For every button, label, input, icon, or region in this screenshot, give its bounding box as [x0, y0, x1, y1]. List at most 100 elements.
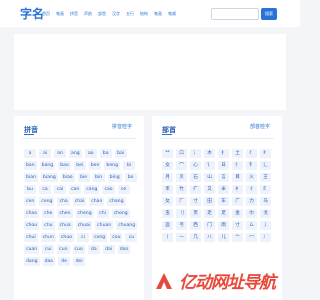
search-input[interactable] — [211, 8, 259, 20]
radical-chip[interactable]: 石 — [190, 173, 201, 182]
pinyin-chip[interactable]: bian — [24, 173, 38, 182]
pinyin-chip[interactable]: chuo — [58, 233, 75, 242]
radical-chip[interactable]: 车 — [218, 197, 229, 206]
radical-chip[interactable]: 寸 — [190, 197, 201, 206]
radical-chip[interactable]: 土 — [232, 149, 243, 158]
radical-chip[interactable]: 冖 — [246, 233, 257, 242]
radical-chip[interactable]: 足 — [218, 209, 229, 218]
radical-chip[interactable]: 亻 — [246, 149, 257, 158]
pinyin-chip[interactable]: da — [87, 245, 100, 254]
radical-chip[interactable]: 儿 — [218, 233, 229, 242]
radical-chip[interactable]: 贝 — [176, 173, 187, 182]
radical-chip[interactable]: 巾 — [246, 209, 257, 218]
radical-chip[interactable]: 丿 — [260, 221, 271, 230]
pinyin-chip[interactable]: cang — [84, 185, 100, 194]
pinyin-chip[interactable]: cao — [102, 185, 115, 194]
pinyin-chip[interactable]: ban — [24, 161, 37, 170]
radical-chip[interactable]: 一 — [176, 233, 187, 242]
radical-chip[interactable]: 皿 — [162, 221, 173, 230]
pinyin-chip[interactable]: che — [42, 209, 55, 218]
pinyin-chip[interactable]: cen — [24, 197, 37, 206]
radical-chip[interactable]: 田 — [204, 197, 215, 206]
radical-chip[interactable]: 纟 — [260, 149, 271, 158]
radical-chip[interactable]: 戈 — [260, 209, 271, 218]
pinyin-chip[interactable]: bu — [24, 185, 36, 194]
pinyin-chip[interactable]: an — [54, 149, 66, 158]
pinyin-chip[interactable]: cong — [92, 233, 108, 242]
radical-chip[interactable]: 口 — [176, 149, 187, 158]
radical-chip[interactable]: 走 — [204, 209, 215, 218]
pinyin-chip[interactable]: ben — [88, 161, 102, 170]
pinyin-chip[interactable]: ai — [39, 149, 51, 158]
pinyin-chip[interactable]: can — [69, 185, 82, 194]
pinyin-chip[interactable]: chong — [111, 209, 130, 218]
radical-chip[interactable]: 山 — [204, 173, 215, 182]
pinyin-chip[interactable]: cui — [42, 245, 55, 254]
pinyin-chip[interactable]: bai — [114, 149, 127, 158]
radical-chip[interactable]: 丨 — [162, 233, 173, 242]
site-logo[interactable]: 字名 — [20, 5, 44, 22]
pinyin-chip[interactable]: dan — [117, 245, 131, 254]
pinyin-chip[interactable]: de — [58, 257, 71, 266]
radical-chip[interactable]: 火 — [246, 173, 257, 182]
pinyin-chip[interactable]: chou — [24, 221, 40, 230]
pinyin-chip[interactable]: chui — [24, 233, 38, 242]
pinyin-chip[interactable]: chun — [40, 233, 56, 242]
radical-chip[interactable]: 心 — [190, 161, 201, 170]
pinyin-chip[interactable]: bang — [39, 161, 56, 170]
pinyin-chip[interactable]: chao — [24, 209, 40, 218]
pinyin-chip[interactable]: biang — [40, 173, 58, 182]
pinyin-chip[interactable]: chuan — [95, 221, 114, 230]
pinyin-chip[interactable]: chang — [107, 197, 126, 206]
pinyin-chip[interactable]: cai — [54, 185, 66, 194]
pinyin-chip[interactable]: chuai — [75, 221, 93, 230]
pinyin-chip[interactable]: ca — [39, 185, 51, 194]
pinyin-chip[interactable]: beng — [104, 161, 120, 170]
pinyin-chip[interactable]: cuan — [24, 245, 40, 254]
pinyin-chip[interactable]: bei — [73, 161, 86, 170]
pinyin-chip[interactable]: bo — [124, 173, 137, 182]
radical-chip[interactable]: 氵 — [190, 149, 201, 158]
nav-item[interactable]: 声韵 — [84, 11, 92, 17]
pinyin-chip[interactable]: dai — [102, 245, 115, 254]
search-button[interactable]: 搜索 — [261, 8, 277, 20]
pinyin-chip[interactable]: dei — [73, 257, 86, 266]
pinyin-chip[interactable]: chai — [72, 197, 87, 206]
radical-chip[interactable]: 马 — [260, 197, 271, 206]
pinyin-chip[interactable]: chi — [96, 209, 109, 218]
radical-chip[interactable]: 冫 — [260, 233, 271, 242]
pinyin-chip[interactable]: ang — [69, 149, 82, 158]
radical-chip[interactable]: 米 — [218, 185, 229, 194]
radical-chip[interactable]: 扌 — [218, 149, 229, 158]
radical-chip[interactable]: 女 — [162, 161, 173, 170]
radical-chip[interactable]: 讠 — [204, 161, 215, 170]
pinyin-chip[interactable]: chu — [42, 221, 55, 230]
radical-chip[interactable]: 西 — [190, 221, 201, 230]
radical-chip[interactable]: 彳 — [246, 185, 257, 194]
pinyin-chip[interactable]: ba — [99, 149, 112, 158]
pinyin-chip[interactable]: dang — [24, 257, 40, 266]
radical-chip[interactable]: 页 — [190, 209, 201, 218]
radical-chip[interactable]: 艹 — [162, 149, 173, 158]
radical-more-link[interactable]: 部首检字 — [250, 123, 270, 130]
radical-chip[interactable]: 刂 — [176, 209, 187, 218]
radical-chip[interactable]: 目 — [232, 173, 243, 182]
nav-item[interactable]: 汉字 — [112, 11, 120, 17]
radical-chip[interactable]: 虫 — [162, 209, 173, 218]
pinyin-more-link[interactable]: 拼音检字 — [112, 123, 132, 130]
radical-chip[interactable]: 厂 — [176, 197, 187, 206]
nav-item[interactable]: 结构 — [140, 11, 148, 17]
pinyin-chip[interactable]: bing — [107, 173, 122, 182]
pinyin-chip[interactable]: biao — [60, 173, 75, 182]
nav-item[interactable]: 笔画 — [56, 11, 64, 17]
radical-chip[interactable]: 疒 — [190, 185, 201, 194]
pinyin-chip[interactable]: chan — [89, 197, 105, 206]
nav-item[interactable]: 笔画 — [154, 11, 162, 17]
radical-chip[interactable]: 王 — [260, 173, 271, 182]
radical-chip[interactable]: 八 — [204, 233, 215, 242]
radical-chip[interactable]: 衤 — [232, 185, 243, 194]
pinyin-chip[interactable]: cu — [125, 233, 138, 242]
radical-chip[interactable]: 钅 — [246, 161, 257, 170]
radical-chip[interactable]: 攵 — [162, 197, 173, 206]
radical-chip[interactable]: 金 — [232, 209, 243, 218]
